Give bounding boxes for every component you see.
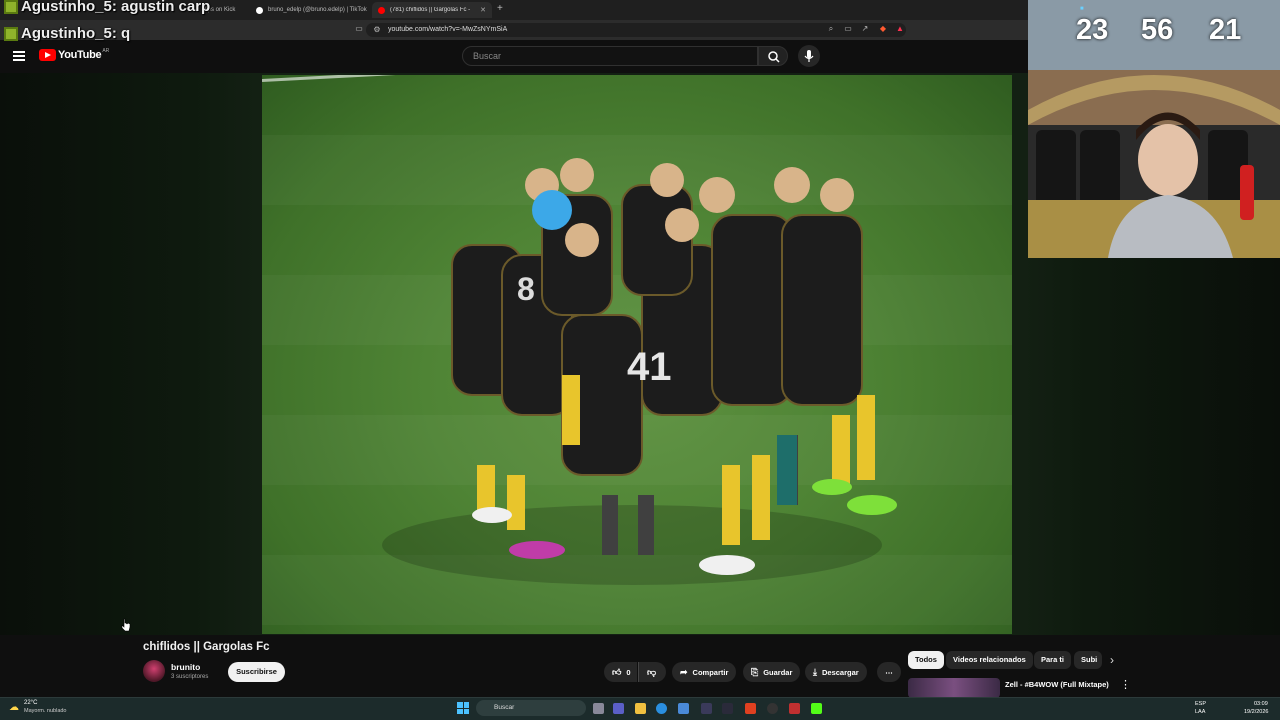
chat-text: agustin carp [121, 0, 211, 15]
tray-keyboard-layout[interactable]: LAA [1195, 709, 1205, 715]
file-explorer-icon[interactable] [635, 703, 646, 714]
obs-icon[interactable] [767, 703, 778, 714]
channel-avatar[interactable] [143, 660, 165, 682]
tab-youtube[interactable]: (781) chiflidos || Gargolas Fc - Yo ✕ [372, 2, 492, 18]
chat-user: Agustinho_5 [21, 25, 112, 42]
download-button[interactable]: ⤓ Descargar [805, 662, 867, 682]
youtube-favicon-icon [378, 6, 385, 14]
weather-description[interactable]: Mayorm. nublado [24, 708, 67, 714]
save-label: Guardar [763, 667, 793, 677]
svg-text:8: 8 [517, 271, 535, 307]
search-input[interactable]: Buscar [462, 46, 758, 66]
subscriber-count: 3 suscriptores [171, 674, 209, 680]
taskbar-search[interactable]: Buscar [476, 700, 586, 716]
youtube-play-icon [39, 49, 56, 61]
site-info-icon[interactable]: ⚙ [372, 25, 382, 35]
subscribe-button[interactable]: Suscribirse [228, 662, 285, 682]
voice-search-button[interactable] [798, 45, 820, 67]
dislike-button[interactable]: 👎︎ [638, 662, 666, 682]
chat-message: Agustinho_5: agustin carp [4, 0, 210, 15]
related-video-thumbnail[interactable] [908, 678, 1000, 698]
like-count: 0 [626, 667, 631, 677]
chevron-right-icon[interactable]: › [1110, 653, 1114, 667]
score-label: ■ [1080, 6, 1085, 12]
chat-message: Agustinho_5: q [4, 25, 130, 42]
mouse-cursor-icon [121, 618, 131, 632]
chat-badge-icon [4, 0, 18, 14]
more-actions-button[interactable]: ⋯ [877, 662, 901, 682]
search-button[interactable] [758, 46, 788, 66]
tab-tiktok-label: bruno_edelp (@bruno.edelp) | TikTok [268, 7, 367, 13]
share-label: Compartir [692, 667, 729, 677]
brave-shield-icon[interactable]: ◆ [878, 24, 888, 34]
task-view-icon[interactable] [593, 703, 604, 714]
svg-text:41: 41 [627, 345, 672, 389]
chip-for-you[interactable]: Para ti [1034, 651, 1071, 669]
close-tab-icon[interactable]: ✕ [480, 6, 486, 14]
kick-icon[interactable] [811, 703, 822, 714]
chat-text: q [121, 25, 131, 42]
channel-name[interactable]: brunito [171, 662, 200, 672]
chip-uploaded[interactable]: Subi [1074, 651, 1102, 669]
bookmark-icon[interactable]: ▭ [354, 24, 364, 34]
brave-icon[interactable] [745, 703, 756, 714]
youtube-logo-text: YouTube [58, 49, 102, 61]
tray-time[interactable]: 03:09 [1254, 701, 1268, 707]
weather-cloud-icon[interactable]: ☁ [9, 702, 19, 713]
bookmark-add-icon: ⎘ [751, 666, 759, 677]
search-icon [768, 51, 780, 63]
menu-icon[interactable] [13, 51, 25, 61]
youtube-logo[interactable]: YouTube AR [39, 48, 110, 61]
share-icon[interactable]: ↗ [860, 24, 870, 34]
player-huddle-image: 41 8 [382, 158, 897, 585]
install-icon[interactable]: ▭ [843, 24, 853, 34]
tiktok-icon [256, 6, 263, 14]
score-value: 21 [1209, 14, 1242, 46]
app-mm-icon[interactable] [722, 703, 733, 714]
related-video-title[interactable]: Zell - #B4WOW (Full Mixtape) [1005, 680, 1109, 689]
tab-tiktok[interactable]: bruno_edelp (@bruno.edelp) | TikTok [250, 2, 370, 18]
tray-language[interactable]: ESP [1195, 701, 1206, 707]
chat-badge-icon [4, 26, 18, 41]
thumbs-down-icon: 👎︎ [647, 666, 657, 677]
weather-temperature[interactable]: 22°C [24, 700, 37, 706]
like-button[interactable]: 👍︎ 0 [604, 662, 637, 682]
chip-related[interactable]: Videos relacionados [946, 651, 1033, 669]
video-frame[interactable]: 41 8 [262, 75, 1012, 634]
app-fe-icon[interactable] [701, 703, 712, 714]
country-code: AR [102, 48, 110, 54]
score-value: 56 [1141, 14, 1174, 46]
chat-user: Agustinho_5 [21, 0, 112, 15]
teams-icon[interactable] [613, 703, 624, 714]
youtube-header: YouTube AR Buscar [0, 40, 1028, 73]
url-text: youtube.com/watch?v=-MwZsNYmSiA [388, 26, 508, 33]
related-more-icon[interactable]: ⋮ [1120, 678, 1131, 691]
tab-youtube-label: (781) chiflidos || Gargolas Fc - Yo [390, 7, 473, 13]
score-value: 23 [1076, 14, 1109, 46]
thumbs-up-icon: 👍︎ [612, 666, 622, 677]
share-arrow-icon: ➦ [680, 666, 688, 677]
windows-start-icon[interactable] [457, 702, 469, 714]
download-icon: ⤓ [813, 666, 817, 677]
webcam-overlay: ■ 23 56 21 [1028, 0, 1280, 258]
app-red-icon[interactable] [789, 703, 800, 714]
download-label: Descargar [821, 667, 859, 677]
address-bar-row: ▭ ⚙ youtube.com/watch?v=-MwZsNYmSiA ⌕ ▭ … [0, 20, 1028, 40]
tray-date[interactable]: 19/2/2026 [1244, 709, 1268, 715]
brave-rewards-icon[interactable]: ▲ [895, 24, 905, 34]
save-button[interactable]: ⎘ Guardar [743, 662, 801, 682]
url-field[interactable]: ⚙ youtube.com/watch?v=-MwZsNYmSiA [366, 23, 906, 37]
microphone-icon [804, 50, 814, 62]
chip-all[interactable]: Todos [908, 651, 944, 669]
edge-icon[interactable] [656, 703, 667, 714]
video-title: chiflidos || Gargolas Fc [143, 641, 270, 653]
store-icon[interactable] [678, 703, 689, 714]
new-tab-button[interactable]: + [497, 3, 503, 14]
zoom-icon[interactable]: ⌕ [826, 24, 836, 34]
share-button[interactable]: ➦ Compartir [672, 662, 737, 682]
